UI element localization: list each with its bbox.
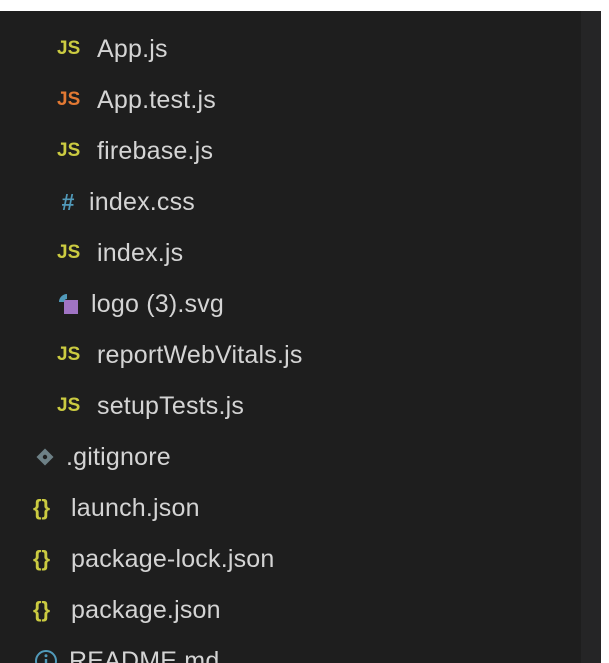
json-braces-icon: {} (33, 546, 51, 571)
js-icon: JS (57, 38, 81, 59)
file-name: App.test.js (97, 86, 216, 114)
file-item-app-test-js[interactable]: JS App.test.js (0, 77, 581, 123)
file-name: package-lock.json (71, 545, 275, 573)
file-item-index-js[interactable]: JS index.js (0, 230, 581, 276)
file-item-package-lock-json[interactable]: {} package-lock.json (0, 536, 581, 582)
scrollbar-track[interactable] (581, 11, 601, 663)
file-item-package-json[interactable]: {} package.json (0, 587, 581, 633)
file-name: package.json (71, 596, 221, 624)
js-test-icon: JS (57, 89, 81, 110)
js-icon: JS (57, 344, 81, 365)
file-item-firebase-js[interactable]: JS firebase.js (0, 128, 581, 174)
js-icon: JS (57, 140, 81, 161)
file-item-gitignore[interactable]: .gitignore (0, 434, 581, 480)
file-name: firebase.js (97, 137, 214, 165)
file-item-launch-json[interactable]: {} launch.json (0, 485, 581, 531)
js-icon: JS (57, 242, 81, 263)
file-name: setupTests.js (97, 392, 245, 420)
file-item-index-css[interactable]: # index.css (0, 179, 581, 225)
file-name: index.js (97, 239, 184, 267)
css-hash-icon: # (61, 188, 75, 215)
file-item-reportwebvitals-js[interactable]: JS reportWebVitals.js (0, 332, 581, 378)
js-icon: JS (57, 395, 81, 416)
json-braces-icon: {} (33, 495, 51, 520)
file-name: App.js (97, 35, 168, 63)
svg-image-icon (57, 289, 81, 319)
file-name: README.md (69, 647, 220, 663)
file-item-app-js[interactable]: JS App.js (0, 26, 581, 72)
file-name: launch.json (71, 494, 200, 522)
file-name: logo (3).svg (91, 290, 225, 318)
json-braces-icon: {} (33, 597, 51, 622)
file-name: index.css (89, 188, 196, 216)
file-item-logo-svg[interactable]: logo (3).svg (0, 281, 581, 327)
file-explorer: JS App.js JS App.test.js JS firebase.js … (0, 11, 581, 663)
file-item-setuptests-js[interactable]: JS setupTests.js (0, 383, 581, 429)
file-name: .gitignore (66, 443, 171, 471)
git-diamond-icon (34, 442, 56, 472)
info-circle-icon (33, 646, 59, 663)
file-item-readme-md[interactable]: README.md (0, 638, 581, 663)
file-name: reportWebVitals.js (97, 341, 303, 369)
